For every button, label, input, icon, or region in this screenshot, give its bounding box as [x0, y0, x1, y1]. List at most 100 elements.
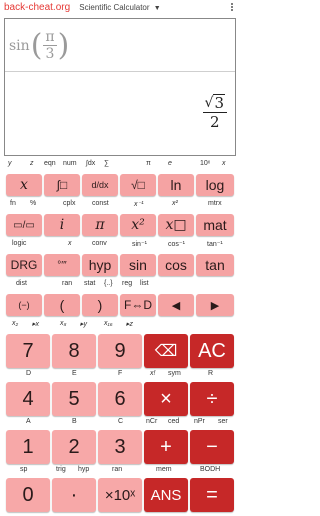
lbl-B: B	[72, 418, 77, 425]
lbl-10x: 10ˣ	[200, 160, 211, 167]
lbl-e: e	[168, 160, 172, 167]
key-square[interactable]: x²	[120, 214, 156, 236]
key-equals[interactable]: =	[190, 478, 234, 512]
lbl-dist: dist	[16, 280, 27, 287]
lbl-num: num	[63, 160, 77, 167]
key-tan[interactable]: tan	[196, 254, 234, 276]
key-7[interactable]: 7	[6, 334, 50, 368]
lbl-atan: tan⁻¹	[207, 241, 223, 248]
row5-labels: x₂ ▸x x₈ ▸y x₁₆ ▸z	[0, 320, 240, 332]
row3-labels: logic x conv sin⁻¹ cos⁻¹ tan⁻¹	[0, 240, 240, 252]
lbl-z: z	[30, 160, 34, 167]
lbl-xsq: x²	[172, 200, 178, 207]
key-6[interactable]: 6	[98, 382, 142, 416]
key-degrees[interactable]: °′″	[44, 254, 80, 276]
key-decimal[interactable]: ·	[52, 478, 96, 512]
lbl-ncr: nCr	[146, 418, 158, 425]
expr-denominator: 3	[45, 46, 55, 62]
lbl-E: E	[72, 370, 77, 377]
key-sin[interactable]: sin	[120, 254, 156, 276]
key-derivative[interactable]: d/dx	[82, 174, 118, 196]
key-2[interactable]: 2	[52, 430, 96, 464]
key-5[interactable]: 5	[52, 382, 96, 416]
key-open-paren[interactable]: (	[44, 294, 80, 316]
row1-labels: y z eqn num ∫dx ∑ π e 10ˣ x	[0, 160, 240, 172]
key-ac[interactable]: AC	[190, 334, 234, 368]
lbl-mem: mem	[156, 466, 172, 473]
lbl-to-z: ▸z	[126, 321, 134, 328]
top-bar: back-cheat.org Scientific Calculator ▼	[0, 0, 240, 16]
key-plus[interactable]: +	[144, 430, 188, 464]
lbl-to-y: ▸y	[80, 321, 88, 328]
key-0[interactable]: 0	[6, 478, 50, 512]
lbl-integral: ∫dx	[86, 160, 96, 167]
num-row3-labels: sp trig hyp ran mem BODH	[0, 466, 240, 478]
key-ln[interactable]: ln	[158, 174, 194, 196]
lbl-sp: sp	[20, 466, 28, 473]
lbl-sum: ∑	[104, 160, 109, 167]
key-mat[interactable]: mat	[196, 214, 234, 236]
overflow-menu-icon[interactable]	[228, 2, 236, 14]
lbl-braces: {..}	[104, 280, 113, 287]
lbl-logic: logic	[12, 240, 27, 247]
expr-fraction: π 3	[43, 29, 57, 62]
lbl-mtrx: mtrx	[208, 200, 222, 207]
expression-line[interactable]: sin ( π 3 )	[9, 29, 70, 62]
lbl-percent: %	[30, 200, 37, 207]
lbl-A: A	[26, 418, 31, 425]
app-title[interactable]: Scientific Calculator ▼	[0, 0, 240, 17]
lbl-R: R	[208, 370, 214, 377]
backspace-icon[interactable]: ⌫	[144, 334, 188, 368]
lbl-factorial: x!	[150, 370, 156, 377]
lbl-bodh: BODH	[200, 466, 221, 473]
key-pi[interactable]: π	[82, 214, 118, 236]
result-numerator: √ 3	[202, 94, 227, 113]
expr-close-paren: )	[57, 27, 70, 63]
key-exp10[interactable]: ×10ˣ	[98, 478, 142, 512]
key-drg[interactable]: DRG	[6, 254, 42, 276]
lbl-base16: x₁₆	[104, 320, 113, 327]
expr-function: sin	[9, 37, 30, 54]
lbl-base8: x₈	[60, 320, 67, 327]
key-integral[interactable]: ∫□	[44, 174, 80, 196]
lbl-base2: x₂	[12, 320, 19, 327]
key-minus[interactable]: −	[190, 430, 234, 464]
expr-numerator: π	[43, 29, 57, 46]
result-fraction: √ 3 2	[202, 94, 227, 131]
lbl-ran2: ran	[112, 466, 123, 473]
key-hyp[interactable]: hyp	[82, 254, 118, 276]
key-fd-toggle[interactable]: F⇔D	[120, 294, 156, 316]
key-divide[interactable]: ÷	[190, 382, 234, 416]
key-power[interactable]: x□	[158, 214, 194, 236]
key-log[interactable]: log	[196, 174, 234, 196]
key-fraction[interactable]: ▭/▭	[6, 214, 42, 236]
lbl-xinv: x⁻¹	[134, 201, 144, 208]
key-imaginary[interactable]: i	[44, 214, 80, 236]
chevron-down-icon: ▼	[153, 5, 161, 12]
lbl-reg: reg	[122, 280, 133, 287]
lbl-xpower: x	[68, 240, 72, 247]
key-1[interactable]: 1	[6, 430, 50, 464]
key-cos[interactable]: cos	[158, 254, 194, 276]
key-multiply[interactable]: ×	[144, 382, 188, 416]
key-9[interactable]: 9	[98, 334, 142, 368]
lbl-acos: cos⁻¹	[168, 241, 185, 248]
key-sqrt[interactable]: √□	[120, 174, 156, 196]
lbl-eqn: eqn	[44, 160, 56, 167]
key-left-arrow[interactable]: ◀	[158, 294, 194, 316]
lbl-pi: π	[146, 160, 151, 167]
key-8[interactable]: 8	[52, 334, 96, 368]
result-denominator: 2	[209, 113, 220, 131]
key-right-arrow[interactable]: ▶	[196, 294, 234, 316]
key-3[interactable]: 3	[98, 430, 142, 464]
lbl-cplx: cplx	[63, 200, 76, 207]
row4-labels: dist ran stat {..} reg list	[0, 280, 240, 292]
lbl-C: C	[118, 418, 124, 425]
key-4[interactable]: 4	[6, 382, 50, 416]
key-ans[interactable]: ANS	[144, 478, 188, 512]
lbl-asin: sin⁻¹	[132, 241, 147, 248]
lbl-sym: sym	[168, 370, 181, 377]
key-negative[interactable]: (−)	[6, 294, 42, 316]
key-x[interactable]: x	[6, 174, 42, 196]
key-close-paren[interactable]: )	[82, 294, 118, 316]
